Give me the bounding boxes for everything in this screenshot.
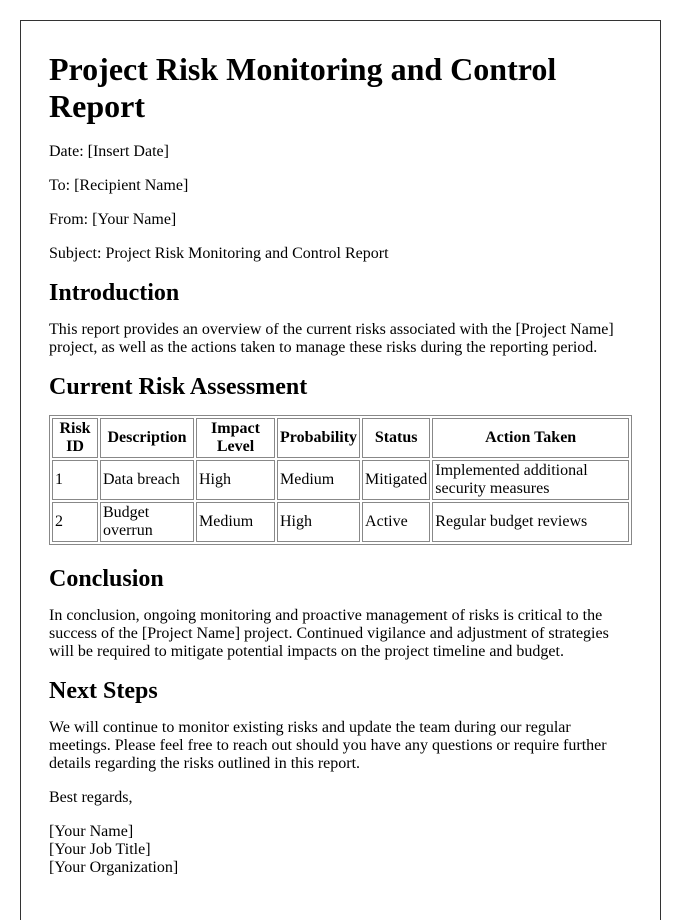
assessment-heading: Current Risk Assessment <box>49 374 308 400</box>
status-cell: Active <box>362 502 431 542</box>
signature-organization: [Your Organization] <box>49 859 179 876</box>
subject-line: Subject: Project Risk Monitoring and Con… <box>49 245 389 262</box>
description-cell: Data breach <box>100 460 194 500</box>
table-row: 1 Data breach High Medium Mitigated Impl… <box>52 460 629 500</box>
report-title: Project Risk Monitoring and Control Repo… <box>49 51 557 124</box>
signature-name: [Your Name] <box>49 823 134 840</box>
probability-cell: High <box>277 502 361 542</box>
action-taken-cell: Implemented additional security measures <box>432 460 629 500</box>
column-header-action-taken: Action Taken <box>432 418 629 458</box>
from-line: From: [Your Name] <box>49 211 177 228</box>
impact-level-cell: Medium <box>196 502 275 542</box>
status-cell: Mitigated <box>362 460 431 500</box>
report-meta: Date: [Insert Date] To: [Recipient Name]… <box>49 143 632 263</box>
to-line: To: [Recipient Name] <box>49 177 189 194</box>
impact-level-cell: High <box>196 460 275 500</box>
column-header-status: Status <box>362 418 431 458</box>
next-steps-text: We will continue to monitor existing ris… <box>49 719 607 772</box>
table-row: 2 Budget overrun Medium High Active Regu… <box>52 502 629 542</box>
column-header-probability: Probability <box>277 418 361 458</box>
report-page: Project Risk Monitoring and Control Repo… <box>20 20 661 920</box>
signature-job-title: [Your Job Title] <box>49 841 151 858</box>
risk-table: Risk ID Description Impact Level Probabi… <box>49 415 632 545</box>
date-line: Date: [Insert Date] <box>49 143 169 160</box>
risk-id-cell: 2 <box>52 502 98 542</box>
column-header-description: Description <box>100 418 194 458</box>
conclusion-heading: Conclusion <box>49 566 164 592</box>
action-taken-cell: Regular budget reviews <box>432 502 629 542</box>
next-steps-heading: Next Steps <box>49 678 158 704</box>
risk-id-cell: 1 <box>52 460 98 500</box>
introduction-heading: Introduction <box>49 280 180 306</box>
probability-cell: Medium <box>277 460 361 500</box>
column-header-risk-id: Risk ID <box>52 418 98 458</box>
introduction-text: This report provides an overview of the … <box>49 321 614 356</box>
risk-table-header: Risk ID Description Impact Level Probabi… <box>52 418 629 458</box>
signature-block: [Your Name] [Your Job Title] [Your Organ… <box>49 823 632 877</box>
conclusion-text: In conclusion, ongoing monitoring and pr… <box>49 607 609 660</box>
description-cell: Budget overrun <box>100 502 194 542</box>
column-header-impact-level: Impact Level <box>196 418 275 458</box>
closing-line: Best regards, <box>49 789 133 806</box>
